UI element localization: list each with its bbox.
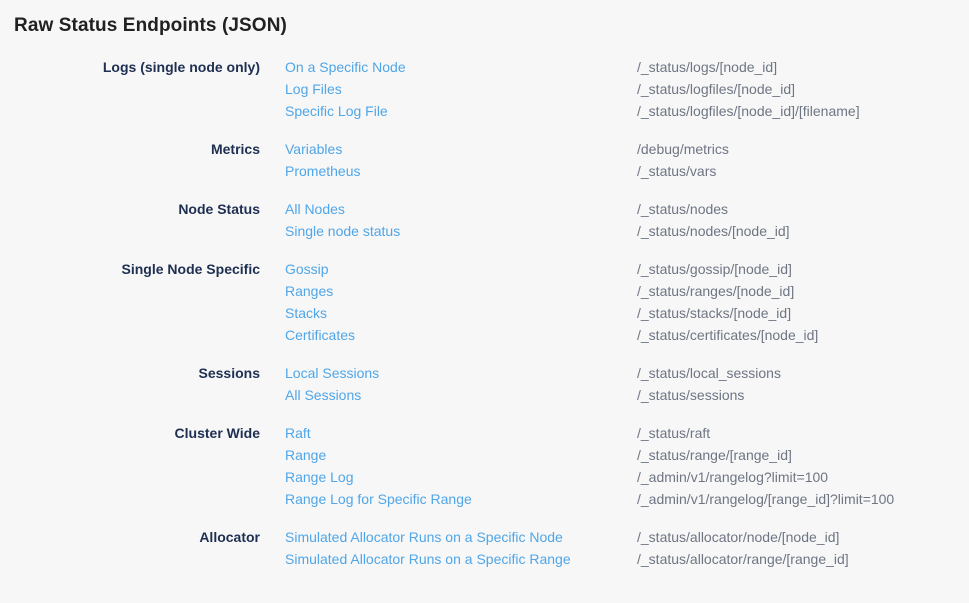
endpoint-section: Allocator Simulated Allocator Runs on a …: [0, 526, 969, 570]
endpoint-link[interactable]: Range: [285, 444, 637, 466]
endpoint-link[interactable]: Single node status: [285, 220, 637, 242]
endpoint-section: Node Status All Nodes /_status/nodes Sin…: [0, 198, 969, 242]
endpoint-row: All Nodes /_status/nodes: [285, 198, 969, 220]
endpoint-path: /_status/raft: [637, 422, 969, 444]
endpoint-row: Single node status /_status/nodes/[node_…: [285, 220, 969, 242]
category-label: Metrics: [0, 138, 260, 160]
endpoint-row: Log Files /_status/logfiles/[node_id]: [285, 78, 969, 100]
endpoint-row: All Sessions /_status/sessions: [285, 384, 969, 406]
category-label: Cluster Wide: [0, 422, 260, 444]
endpoint-row: Simulated Allocator Runs on a Specific N…: [285, 526, 969, 548]
endpoint-link[interactable]: Prometheus: [285, 160, 637, 182]
endpoint-path: /_status/sessions: [637, 384, 969, 406]
endpoint-row: On a Specific Node /_status/logs/[node_i…: [285, 56, 969, 78]
endpoint-row: Ranges /_status/ranges/[node_id]: [285, 280, 969, 302]
endpoint-list: Gossip /_status/gossip/[node_id] Ranges …: [285, 258, 969, 346]
endpoint-row: Simulated Allocator Runs on a Specific R…: [285, 548, 969, 570]
endpoint-path: /_status/stacks/[node_id]: [637, 302, 969, 324]
endpoint-path: /_status/range/[range_id]: [637, 444, 969, 466]
endpoint-link[interactable]: Simulated Allocator Runs on a Specific R…: [285, 548, 637, 570]
category-label: Node Status: [0, 198, 260, 220]
category-label: Sessions: [0, 362, 260, 384]
endpoint-path: /_status/vars: [637, 160, 969, 182]
endpoint-row: Local Sessions /_status/local_sessions: [285, 362, 969, 384]
endpoint-row: Gossip /_status/gossip/[node_id]: [285, 258, 969, 280]
endpoint-link[interactable]: Log Files: [285, 78, 637, 100]
endpoint-path: /_status/nodes: [637, 198, 969, 220]
endpoint-link[interactable]: Range Log: [285, 466, 637, 488]
endpoint-list: On a Specific Node /_status/logs/[node_i…: [285, 56, 969, 122]
endpoint-path: /_admin/v1/rangelog?limit=100: [637, 466, 969, 488]
endpoint-row: Raft /_status/raft: [285, 422, 969, 444]
endpoint-link[interactable]: On a Specific Node: [285, 56, 637, 78]
endpoint-link[interactable]: Certificates: [285, 324, 637, 346]
endpoint-path: /_status/logs/[node_id]: [637, 56, 969, 78]
endpoint-link[interactable]: Gossip: [285, 258, 637, 280]
endpoint-link[interactable]: Stacks: [285, 302, 637, 324]
endpoint-link[interactable]: Simulated Allocator Runs on a Specific N…: [285, 526, 637, 548]
endpoint-link[interactable]: Raft: [285, 422, 637, 444]
endpoint-section: Cluster Wide Raft /_status/raft Range /_…: [0, 422, 969, 510]
endpoint-path: /_status/allocator/node/[node_id]: [637, 526, 969, 548]
category-label: Logs (single node only): [0, 56, 260, 78]
endpoint-link[interactable]: Specific Log File: [285, 100, 637, 122]
endpoint-sections: Logs (single node only) On a Specific No…: [0, 56, 969, 570]
endpoint-list: All Nodes /_status/nodes Single node sta…: [285, 198, 969, 242]
endpoint-row: Prometheus /_status/vars: [285, 160, 969, 182]
category-label: Allocator: [0, 526, 260, 548]
endpoint-list: Local Sessions /_status/local_sessions A…: [285, 362, 969, 406]
endpoint-path: /_status/ranges/[node_id]: [637, 280, 969, 302]
endpoint-row: Range /_status/range/[range_id]: [285, 444, 969, 466]
page-title: Raw Status Endpoints (JSON): [14, 14, 969, 38]
endpoint-path: /_admin/v1/rangelog/[range_id]?limit=100: [637, 488, 969, 510]
endpoint-list: Raft /_status/raft Range /_status/range/…: [285, 422, 969, 510]
endpoint-path: /_status/certificates/[node_id]: [637, 324, 969, 346]
endpoint-link[interactable]: All Nodes: [285, 198, 637, 220]
endpoint-row: Stacks /_status/stacks/[node_id]: [285, 302, 969, 324]
endpoint-path: /_status/logfiles/[node_id]: [637, 78, 969, 100]
endpoint-list: Simulated Allocator Runs on a Specific N…: [285, 526, 969, 570]
category-label: Single Node Specific: [0, 258, 260, 280]
endpoint-link[interactable]: Variables: [285, 138, 637, 160]
endpoint-row: Range Log for Specific Range /_admin/v1/…: [285, 488, 969, 510]
endpoint-section: Logs (single node only) On a Specific No…: [0, 56, 969, 122]
endpoint-link[interactable]: Ranges: [285, 280, 637, 302]
page: Raw Status Endpoints (JSON) Logs (single…: [0, 14, 969, 603]
endpoint-section: Sessions Local Sessions /_status/local_s…: [0, 362, 969, 406]
endpoint-path: /_status/allocator/range/[range_id]: [637, 548, 969, 570]
endpoint-section: Metrics Variables /debug/metrics Prometh…: [0, 138, 969, 182]
endpoint-path: /_status/logfiles/[node_id]/[filename]: [637, 100, 969, 122]
endpoint-row: Range Log /_admin/v1/rangelog?limit=100: [285, 466, 969, 488]
endpoint-section: Single Node Specific Gossip /_status/gos…: [0, 258, 969, 346]
endpoint-path: /_status/nodes/[node_id]: [637, 220, 969, 242]
endpoint-row: Variables /debug/metrics: [285, 138, 969, 160]
endpoint-path: /debug/metrics: [637, 138, 969, 160]
endpoint-link[interactable]: Range Log for Specific Range: [285, 488, 637, 510]
endpoint-link[interactable]: Local Sessions: [285, 362, 637, 384]
endpoint-path: /_status/local_sessions: [637, 362, 969, 384]
endpoint-row: Specific Log File /_status/logfiles/[nod…: [285, 100, 969, 122]
endpoint-link[interactable]: All Sessions: [285, 384, 637, 406]
endpoint-row: Certificates /_status/certificates/[node…: [285, 324, 969, 346]
endpoint-list: Variables /debug/metrics Prometheus /_st…: [285, 138, 969, 182]
endpoint-path: /_status/gossip/[node_id]: [637, 258, 969, 280]
